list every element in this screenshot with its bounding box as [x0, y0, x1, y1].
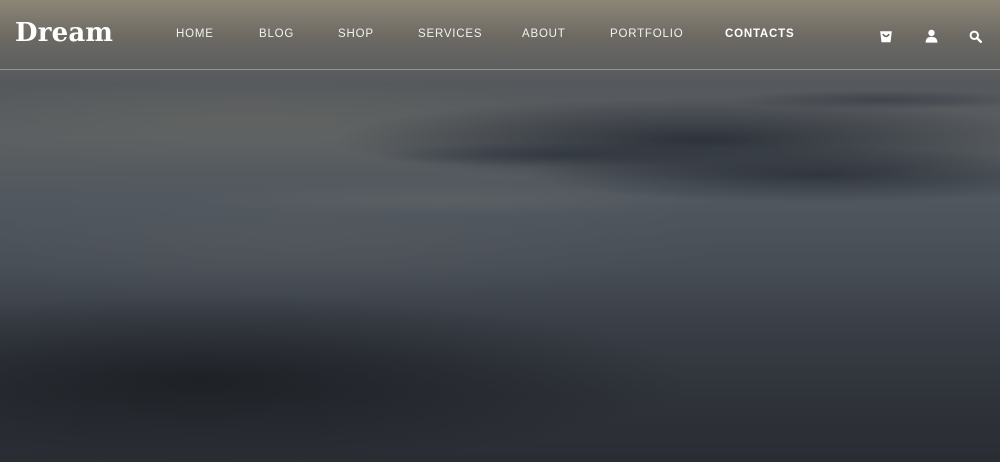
nav-item-portfolio[interactable]: PORTFOLIO [610, 27, 683, 41]
search-icon[interactable] [966, 27, 984, 45]
nav-item-home[interactable]: HOME [176, 27, 214, 41]
hero-background: Dream HOME BLOG SHOP SERVICES ABOUT PORT… [0, 0, 1000, 462]
top-navbar: Dream HOME BLOG SHOP SERVICES ABOUT PORT… [0, 0, 1000, 70]
nav-item-contacts[interactable]: CONTACTS [725, 27, 794, 41]
site-logo[interactable]: Dream [15, 16, 113, 50]
shopping-bag-icon[interactable] [877, 27, 895, 45]
user-icon[interactable] [922, 27, 940, 45]
nav-item-about[interactable]: ABOUT [522, 27, 566, 41]
nav-item-shop[interactable]: SHOP [338, 27, 374, 41]
nav-item-blog[interactable]: BLOG [259, 27, 294, 41]
nav-item-services[interactable]: SERVICES [418, 27, 482, 41]
